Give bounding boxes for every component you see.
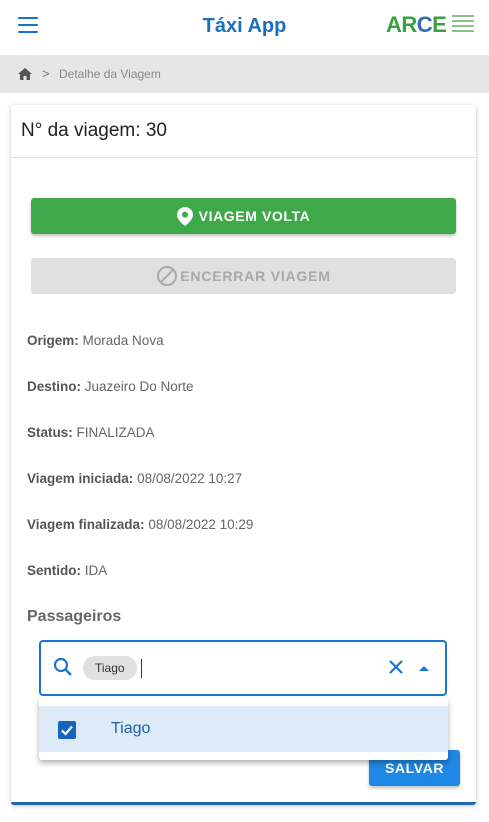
info-origem: Origem: Morada Nova	[27, 333, 164, 348]
search-icon	[53, 657, 72, 676]
home-icon[interactable]	[18, 68, 32, 80]
clear-icon[interactable]	[387, 658, 405, 676]
breadcrumb-separator: >	[42, 66, 50, 81]
passenger-dropdown: Tiago	[39, 698, 448, 760]
passenger-chip[interactable]: Tiago	[83, 656, 137, 680]
encerrar-viagem-label: ENCERRAR VIAGEM	[180, 268, 331, 284]
checkbox-checked-icon[interactable]	[58, 721, 76, 739]
location-pin-icon	[176, 206, 193, 226]
trip-number-title: N° da viagem: 30	[21, 120, 167, 141]
info-viagem-iniciada: Viagem iniciada: 08/08/2022 10:27	[27, 471, 243, 486]
text-cursor	[141, 659, 142, 678]
arce-logo: ARCE	[386, 12, 476, 38]
passenger-autocomplete[interactable]: Tiago	[39, 640, 447, 696]
dropdown-option-label: Tiago	[111, 720, 151, 737]
info-status: Status: FINALIZADA	[27, 425, 155, 440]
viagem-volta-label: VIAGEM VOLTA	[198, 208, 311, 224]
encerrar-viagem-button[interactable]: ENCERRAR VIAGEM	[31, 258, 456, 294]
breadcrumb: > Detalhe da Viagem	[0, 55, 489, 93]
app-header: Táxi App ARCE	[0, 0, 489, 55]
arrow-up-icon[interactable]	[419, 666, 429, 671]
block-icon	[157, 266, 178, 286]
breadcrumb-current: Detalhe da Viagem	[59, 67, 161, 81]
info-viagem-finalizada: Viagem finalizada: 08/08/2022 10:29	[27, 517, 254, 532]
dropdown-option[interactable]: Tiago	[39, 706, 448, 752]
viagem-volta-button[interactable]: VIAGEM VOLTA	[31, 198, 456, 234]
passageiros-title: Passageiros	[27, 608, 122, 625]
passenger-search-input[interactable]	[139, 652, 373, 686]
info-destino: Destino: Juazeiro Do Norte	[27, 379, 194, 394]
info-sentido: Sentido: IDA	[27, 563, 108, 578]
card-divider	[11, 157, 476, 158]
